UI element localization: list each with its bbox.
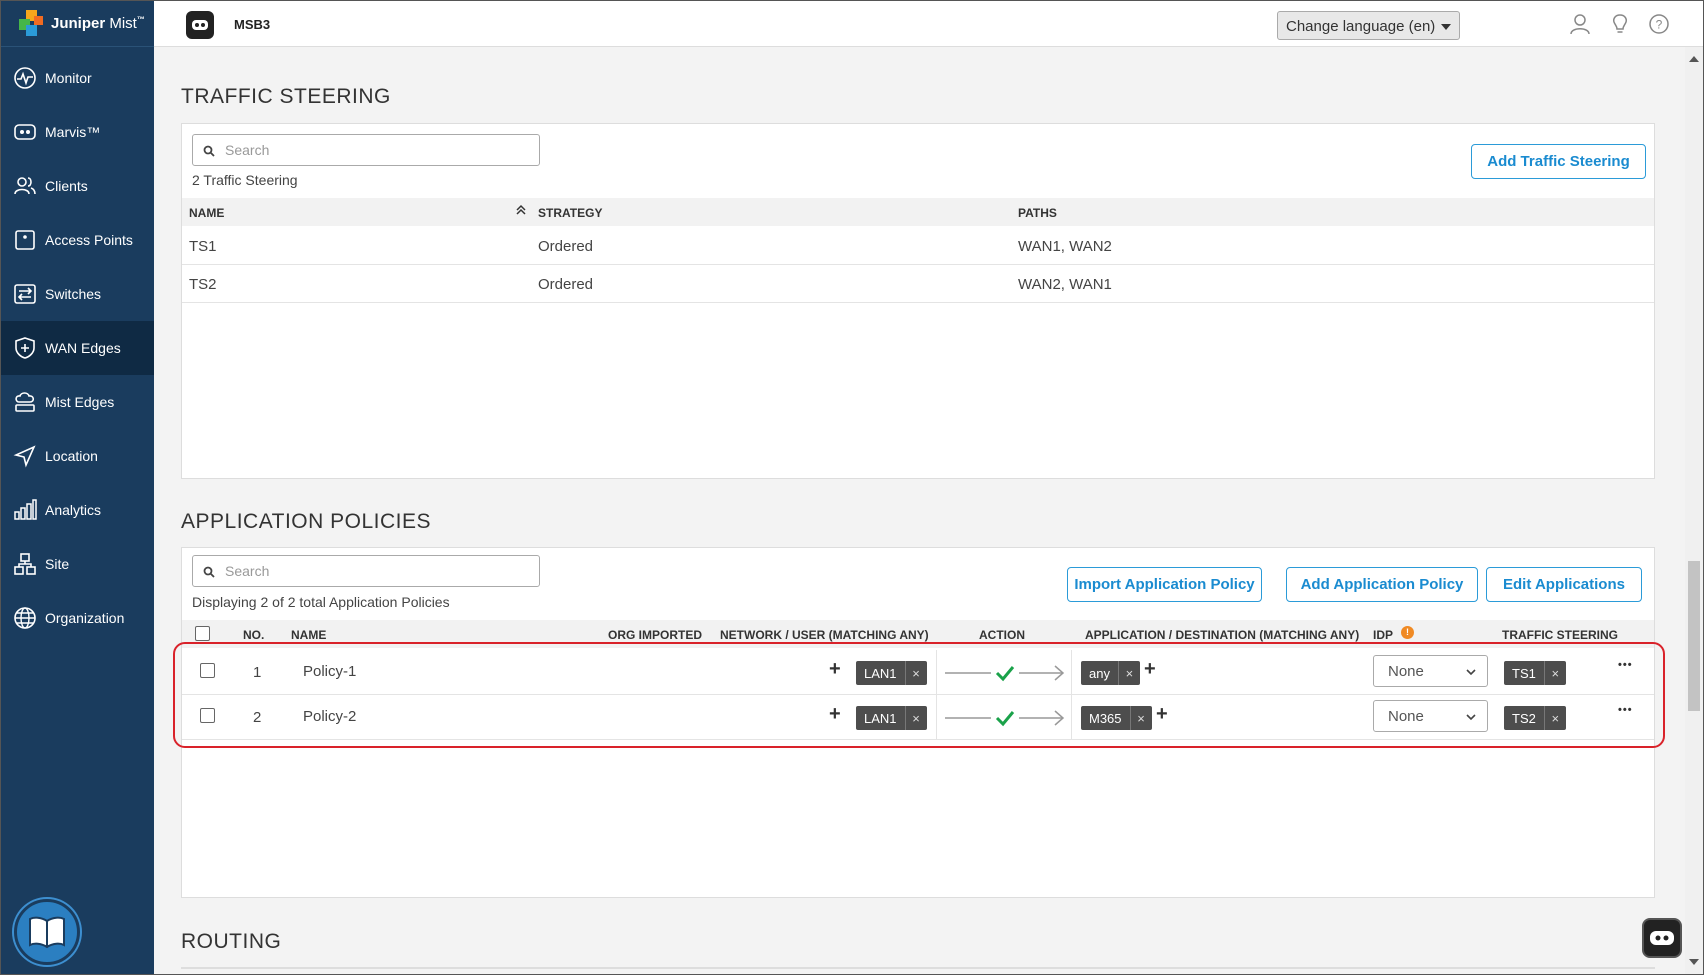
user-icon[interactable] — [1569, 13, 1591, 35]
sidebar-item-monitor[interactable]: Monitor — [1, 51, 154, 105]
column-header-idp: IDP — [1373, 628, 1394, 642]
row-strategy: Ordered — [538, 238, 594, 255]
search-icon — [203, 565, 215, 581]
sidebar-item-label: Mist Edges — [45, 394, 115, 410]
vertical-scrollbar[interactable] — [1685, 47, 1703, 974]
traffic-steering-title: TRAFFIC STEERING — [181, 85, 391, 108]
table-row[interactable]: TS2 Ordered WAN2, WAN1 — [182, 265, 1654, 303]
row-paths: WAN1, WAN2 — [1018, 238, 1112, 255]
idp-warning-icon[interactable]: ! — [1401, 626, 1414, 639]
sidebar-item-label: WAN Edges — [45, 340, 121, 356]
sort-ascending-icon[interactable] — [516, 204, 526, 219]
column-header-name: NAME — [291, 628, 327, 642]
column-header-paths[interactable]: PATHS — [1018, 206, 1057, 220]
sidebar-item-wan-edges[interactable]: WAN Edges — [1, 321, 154, 375]
search-placeholder: Search — [225, 142, 270, 158]
brand-name: Juniper Mist™ — [51, 15, 145, 32]
sidebar-item-label: Monitor — [45, 70, 92, 86]
site-name[interactable]: MSB3 — [234, 17, 270, 32]
sidebar-item-label: Marvis™ — [45, 124, 101, 140]
sidebar-item-marvis[interactable]: Marvis™ — [1, 105, 154, 159]
select-all-checkbox[interactable] — [195, 626, 210, 641]
row-paths: WAN2, WAN1 — [1018, 276, 1112, 293]
brand[interactable]: Juniper Mist™ — [1, 1, 154, 47]
lightbulb-icon[interactable] — [1609, 13, 1631, 35]
sidebar-item-label: Access Points — [45, 232, 133, 248]
row-name: TS2 — [189, 276, 217, 293]
highlight-annotation — [173, 642, 1665, 748]
sidebar-nav: Monitor Marvis™ Clients Access Points Switch… — [1, 51, 154, 645]
sidebar-item-label: Switches — [45, 286, 102, 302]
routing-panel-edge — [181, 967, 1655, 969]
marvis-chat-robot-icon[interactable] — [1642, 918, 1682, 958]
sidebar-item-analytics[interactable]: Analytics — [1, 483, 154, 537]
traffic-steering-panel: Search 2 Traffic Steering Add Traffic St… — [181, 123, 1655, 479]
switches-icon — [13, 282, 37, 306]
column-header-application-destination: APPLICATION / DESTINATION (MATCHING ANY) — [1085, 628, 1360, 642]
add-application-policy-button[interactable]: Add Application Policy — [1286, 567, 1478, 602]
application-policies-title: APPLICATION POLICIES — [181, 510, 432, 533]
organization-icon — [13, 606, 37, 630]
sidebar-item-label: Location — [45, 448, 98, 464]
app-window: Juniper Mist™ Monitor Marvis™ Clients Acces… — [0, 0, 1704, 975]
sidebar-item-clients[interactable]: Clients — [1, 159, 154, 213]
column-header-strategy[interactable]: STRATEGY — [538, 206, 602, 220]
traffic-steering-count: 2 Traffic Steering — [192, 172, 298, 188]
location-icon — [13, 444, 37, 468]
search-placeholder: Search — [225, 563, 270, 579]
sidebar-item-access-points[interactable]: Access Points — [1, 213, 154, 267]
site-robot-icon — [186, 11, 214, 39]
column-header-name[interactable]: NAME — [189, 206, 224, 220]
application-policies-count: Displaying 2 of 2 total Application Poli… — [192, 594, 450, 610]
top-bar: MSB3 Change language (en) ? — [154, 1, 1703, 47]
add-traffic-steering-button[interactable]: Add Traffic Steering — [1471, 144, 1646, 179]
column-header-traffic-steering: TRAFFIC STEERING — [1502, 628, 1618, 642]
juniper-logo-icon — [17, 9, 45, 38]
sidebar-item-organization[interactable]: Organization — [1, 591, 154, 645]
dropdown-caret-icon — [1441, 24, 1451, 30]
import-application-policy-button[interactable]: Import Application Policy — [1067, 567, 1262, 602]
wan-edges-icon — [13, 336, 37, 360]
documentation-book-icon[interactable] — [14, 899, 80, 965]
language-select-label: Change language (en) — [1286, 18, 1436, 35]
row-name: TS1 — [189, 238, 217, 255]
sidebar-item-label: Clients — [45, 178, 88, 194]
edit-applications-button[interactable]: Edit Applications — [1486, 567, 1642, 602]
sidebar-item-label: Organization — [45, 610, 125, 626]
column-header-action: ACTION — [979, 628, 1025, 642]
scrollbar-thumb[interactable] — [1688, 561, 1700, 711]
site-icon — [13, 552, 37, 576]
sidebar-item-location[interactable]: Location — [1, 429, 154, 483]
access-point-icon — [13, 228, 37, 252]
sidebar-item-label: Analytics — [45, 502, 102, 518]
sidebar-item-switches[interactable]: Switches — [1, 267, 154, 321]
svg-text:?: ? — [1656, 18, 1663, 32]
table-row[interactable]: TS1 Ordered WAN1, WAN2 — [182, 227, 1654, 265]
sidebar-item-site[interactable]: Site — [1, 537, 154, 591]
clients-icon — [13, 174, 37, 198]
column-header-org-imported: ORG IMPORTED — [608, 628, 703, 642]
column-header-network-user: NETWORK / USER (MATCHING ANY) — [720, 628, 929, 642]
analytics-icon — [13, 498, 37, 522]
column-header-no: NO. — [243, 628, 265, 642]
help-icon[interactable]: ? — [1648, 13, 1670, 35]
row-strategy: Ordered — [538, 276, 594, 293]
mist-edges-icon — [13, 390, 37, 414]
sidebar-item-mist-edges[interactable]: Mist Edges — [1, 375, 154, 429]
language-select[interactable]: Change language (en) — [1277, 11, 1460, 40]
monitor-icon — [13, 66, 37, 90]
traffic-steering-table-header: NAME STRATEGY PATHS — [182, 198, 1654, 226]
application-policies-search-input[interactable]: Search — [192, 555, 540, 587]
routing-title: ROUTING — [181, 930, 282, 953]
traffic-steering-search-input[interactable]: Search — [192, 134, 540, 166]
sidebar-item-label: Site — [45, 556, 70, 572]
search-icon — [203, 144, 215, 160]
sidebar: Juniper Mist™ Monitor Marvis™ Clients Acces… — [1, 1, 154, 974]
marvis-icon — [13, 120, 37, 144]
